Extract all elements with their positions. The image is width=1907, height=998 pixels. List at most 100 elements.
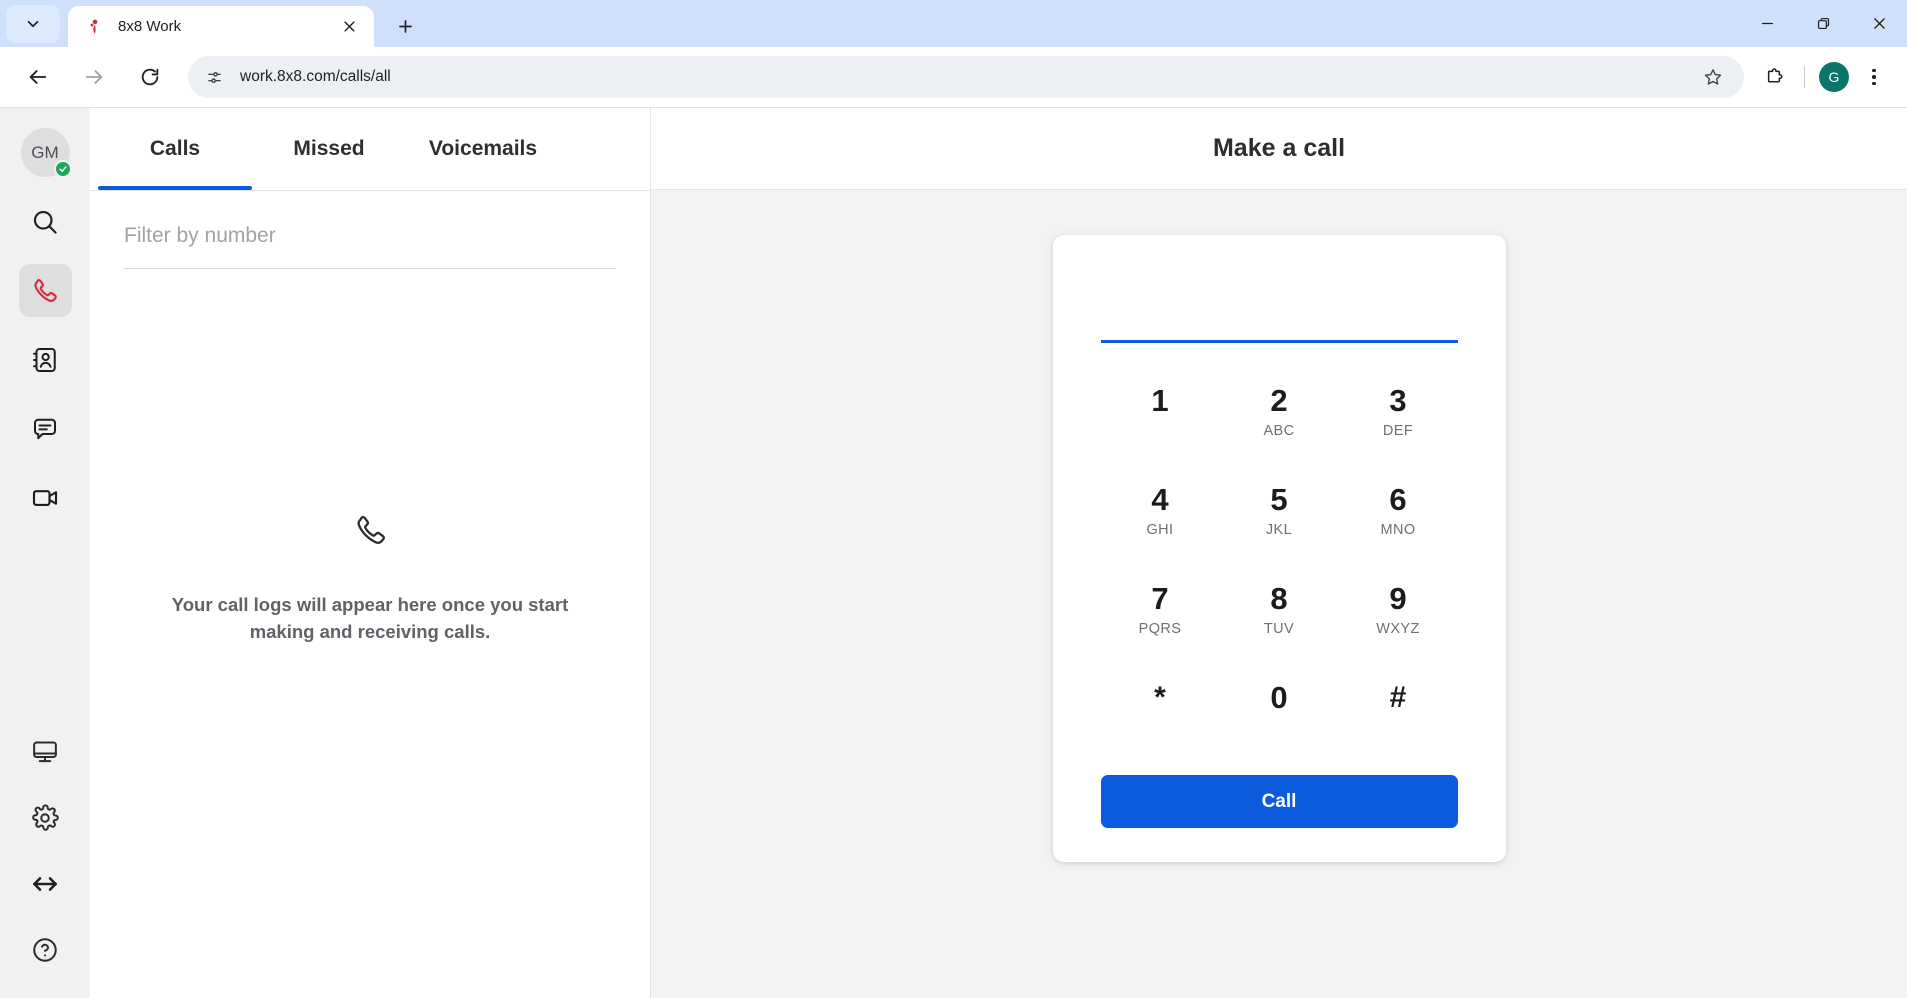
tab-search-button[interactable] [6, 5, 60, 43]
browser-menu-button[interactable] [1855, 58, 1893, 96]
tab-missed-label: Missed [293, 137, 365, 160]
close-icon [343, 21, 355, 32]
phone-handset-icon [357, 516, 385, 545]
reload-icon [141, 68, 159, 86]
dial-number-input[interactable] [1100, 281, 1458, 343]
dialpad-key-1[interactable]: 1 [1101, 363, 1220, 462]
key-digit: 0 [1270, 679, 1288, 715]
tab-voicemails[interactable]: Voicemails [406, 108, 560, 190]
dialpad-key-0[interactable]: 0 [1220, 660, 1339, 759]
key-digit: 9 [1389, 580, 1407, 616]
key-digit: 4 [1151, 481, 1169, 517]
question-mark-circle-icon [33, 937, 57, 962]
key-letters: ABC [1263, 423, 1295, 440]
tab-close-button[interactable] [336, 14, 362, 40]
sidebar-item-meetings[interactable] [19, 471, 72, 524]
new-tab-button[interactable] [388, 9, 422, 43]
dialer-panel: Make a call 1 2 ABC 3 DEF 4 GHI 5 JKL 6 … [651, 108, 1907, 998]
empty-state-icon-wrapper [352, 512, 389, 554]
browser-tab-strip: 8x8 Work [0, 0, 1907, 47]
key-digit: 3 [1389, 382, 1407, 418]
tab-calls[interactable]: Calls [98, 108, 252, 190]
key-letters: DEF [1382, 423, 1414, 440]
chevron-down-icon [27, 20, 39, 28]
dialpad-key-2[interactable]: 2 ABC [1220, 363, 1339, 462]
browser-window: 8x8 Work work.8x8.com/calls/all G GM Cal… [0, 0, 1907, 998]
key-digit: * [1154, 681, 1166, 715]
key-digit: 5 [1270, 481, 1288, 517]
sidebar-item-help[interactable] [19, 923, 72, 976]
8x8-favicon [86, 18, 104, 36]
search-icon [33, 210, 57, 234]
left-right-arrow-icon [33, 876, 57, 891]
window-minimize-button[interactable] [1739, 0, 1795, 47]
key-digit: 2 [1270, 382, 1288, 418]
minimize-icon [1761, 22, 1773, 25]
dialpad-key-6[interactable]: 6 MNO [1339, 462, 1458, 561]
dialpad-key-star[interactable]: * [1101, 660, 1220, 759]
dialpad-key-9[interactable]: 9 WXYZ [1339, 561, 1458, 660]
dialpad-key-hash[interactable]: # [1339, 660, 1458, 759]
calls-tabs: Calls Missed Voicemails [90, 108, 650, 190]
tab-missed[interactable]: Missed [252, 108, 406, 190]
profile-avatar[interactable]: G [1819, 62, 1849, 92]
dialpad-key-3[interactable]: 3 DEF [1339, 363, 1458, 462]
phone-icon [34, 278, 57, 302]
window-controls [1739, 0, 1907, 47]
site-settings-button[interactable] [198, 61, 230, 93]
bookmark-button[interactable] [1698, 62, 1728, 92]
key-letters: MNO [1380, 522, 1416, 539]
contacts-book-icon [33, 347, 56, 372]
star-icon [1704, 69, 1722, 85]
monitor-icon [33, 741, 57, 762]
user-avatar[interactable]: GM [20, 128, 72, 178]
sidebar-item-settings[interactable] [19, 791, 72, 844]
dialer-header: Make a call [651, 108, 1907, 190]
call-button[interactable]: Call [1100, 775, 1458, 828]
chat-bubble-icon [34, 418, 56, 439]
dialer-body: 1 2 ABC 3 DEF 4 GHI 5 JKL 6 MNO 7 PQRS 8… [651, 190, 1907, 998]
back-button[interactable] [17, 56, 59, 98]
window-close-button[interactable] [1851, 0, 1907, 47]
address-bar[interactable]: work.8x8.com/calls/all [188, 56, 1744, 98]
filter-by-number-input[interactable] [124, 224, 616, 269]
dialpad-card: 1 2 ABC 3 DEF 4 GHI 5 JKL 6 MNO 7 PQRS 8… [1052, 235, 1506, 862]
sidebar-item-devices[interactable] [19, 725, 72, 778]
app-navigation-rail: GM [0, 108, 90, 998]
forward-button[interactable] [73, 56, 115, 98]
gear-icon [32, 803, 59, 831]
forward-arrow-icon [85, 70, 103, 84]
sidebar-item-contacts[interactable] [19, 333, 72, 386]
calls-empty-state: Your call logs will appear here once you… [90, 269, 650, 998]
key-digit: 6 [1389, 481, 1407, 517]
sidebar-item-search[interactable] [19, 195, 72, 248]
tab-calls-label: Calls [149, 137, 201, 160]
dialpad-key-5[interactable]: 5 JKL [1220, 462, 1339, 561]
rail-bottom-group [19, 725, 72, 998]
dialpad-key-7[interactable]: 7 PQRS [1101, 561, 1220, 660]
tab-voicemails-label: Voicemails [428, 137, 538, 160]
key-digit: 1 [1151, 382, 1169, 418]
browser-tab[interactable]: 8x8 Work [68, 6, 374, 47]
empty-state-message: Your call logs will appear here once you… [171, 594, 569, 642]
window-restore-button[interactable] [1795, 0, 1851, 47]
key-letters: JKL [1265, 522, 1293, 539]
toolbar-divider [1804, 66, 1805, 88]
sidebar-item-resize[interactable] [19, 857, 72, 910]
restore-icon [1817, 17, 1829, 30]
dialpad-key-4[interactable]: 4 GHI [1101, 462, 1220, 561]
browser-tab-title: 8x8 Work [118, 18, 182, 35]
calls-list-panel: Calls Missed Voicemails Your [90, 108, 651, 998]
reload-button[interactable] [129, 56, 171, 98]
back-arrow-icon [29, 70, 47, 84]
plus-icon [398, 19, 412, 33]
available-check-icon [58, 166, 67, 172]
user-avatar-initials: GM [31, 142, 59, 162]
key-digit: # [1389, 681, 1407, 715]
dialpad-key-8[interactable]: 8 TUV [1220, 561, 1339, 660]
presence-status-badge [53, 160, 72, 178]
browser-toolbar: work.8x8.com/calls/all G [0, 47, 1907, 107]
sidebar-item-calls[interactable] [18, 264, 72, 317]
extensions-button[interactable] [1755, 58, 1793, 96]
sidebar-item-messages[interactable] [19, 402, 72, 455]
